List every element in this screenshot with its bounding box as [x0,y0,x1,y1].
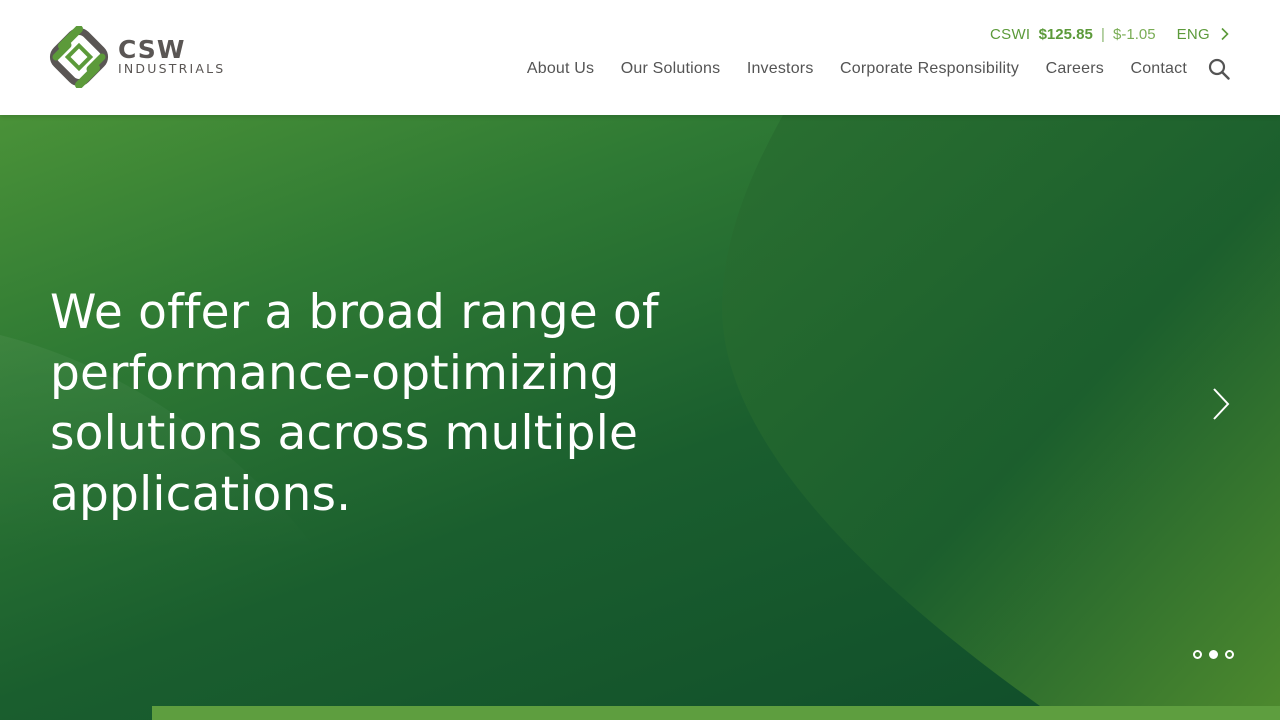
nav-item-our-solutions[interactable]: Our Solutions [621,60,721,78]
hero-headline: We offer a broad range of performance-op… [50,285,659,522]
logo-name-line2: INDUSTRIALS [118,61,226,76]
site-header: CSW INDUSTRIALS CSWI $125.85 | $-1.05 EN… [0,0,1280,115]
slide-dot-2[interactable] [1209,650,1218,659]
nav-item-about-us[interactable]: About Us [527,60,594,78]
hero-slider: We offer a broad range of performance-op… [0,115,1280,720]
logo-link[interactable]: CSW INDUSTRIALS [48,26,225,88]
utility-bar: CSWI $125.85 | $-1.05 ENG [990,24,1230,44]
main-nav: About Us Our Solutions Investors Corpora… [527,58,1187,80]
nav-item-investors[interactable]: Investors [747,60,814,78]
language-selector[interactable]: ENG [1177,26,1230,43]
language-label: ENG [1176,25,1210,43]
next-slide-chevron-right-icon[interactable] [1210,387,1232,421]
csw-diamond-logo-icon [49,26,109,88]
nav-item-corporate-responsibility[interactable]: Corporate Responsibility [840,60,1019,78]
slide-dot-3[interactable] [1225,650,1234,659]
logo-name-line1: CSW [118,35,186,64]
nav-item-contact[interactable]: Contact [1130,60,1187,78]
slide-dot-1[interactable] [1193,650,1202,659]
slide-indicators [1186,650,1234,659]
search-icon[interactable] [1208,58,1230,80]
ticker-price: $125.85 [1038,25,1093,43]
ticker-change: $-1.05 [1113,25,1156,43]
stock-ticker: CSWI $125.85 | $-1.05 [990,26,1156,43]
chevron-right-icon [1221,27,1229,41]
hero-accent-bar [152,706,1280,720]
ticker-separator: | [1100,25,1105,43]
nav-item-careers[interactable]: Careers [1046,60,1104,78]
logo-wordmark: CSW INDUSTRIALS [118,35,226,76]
ticker-symbol: CSWI [990,25,1031,43]
